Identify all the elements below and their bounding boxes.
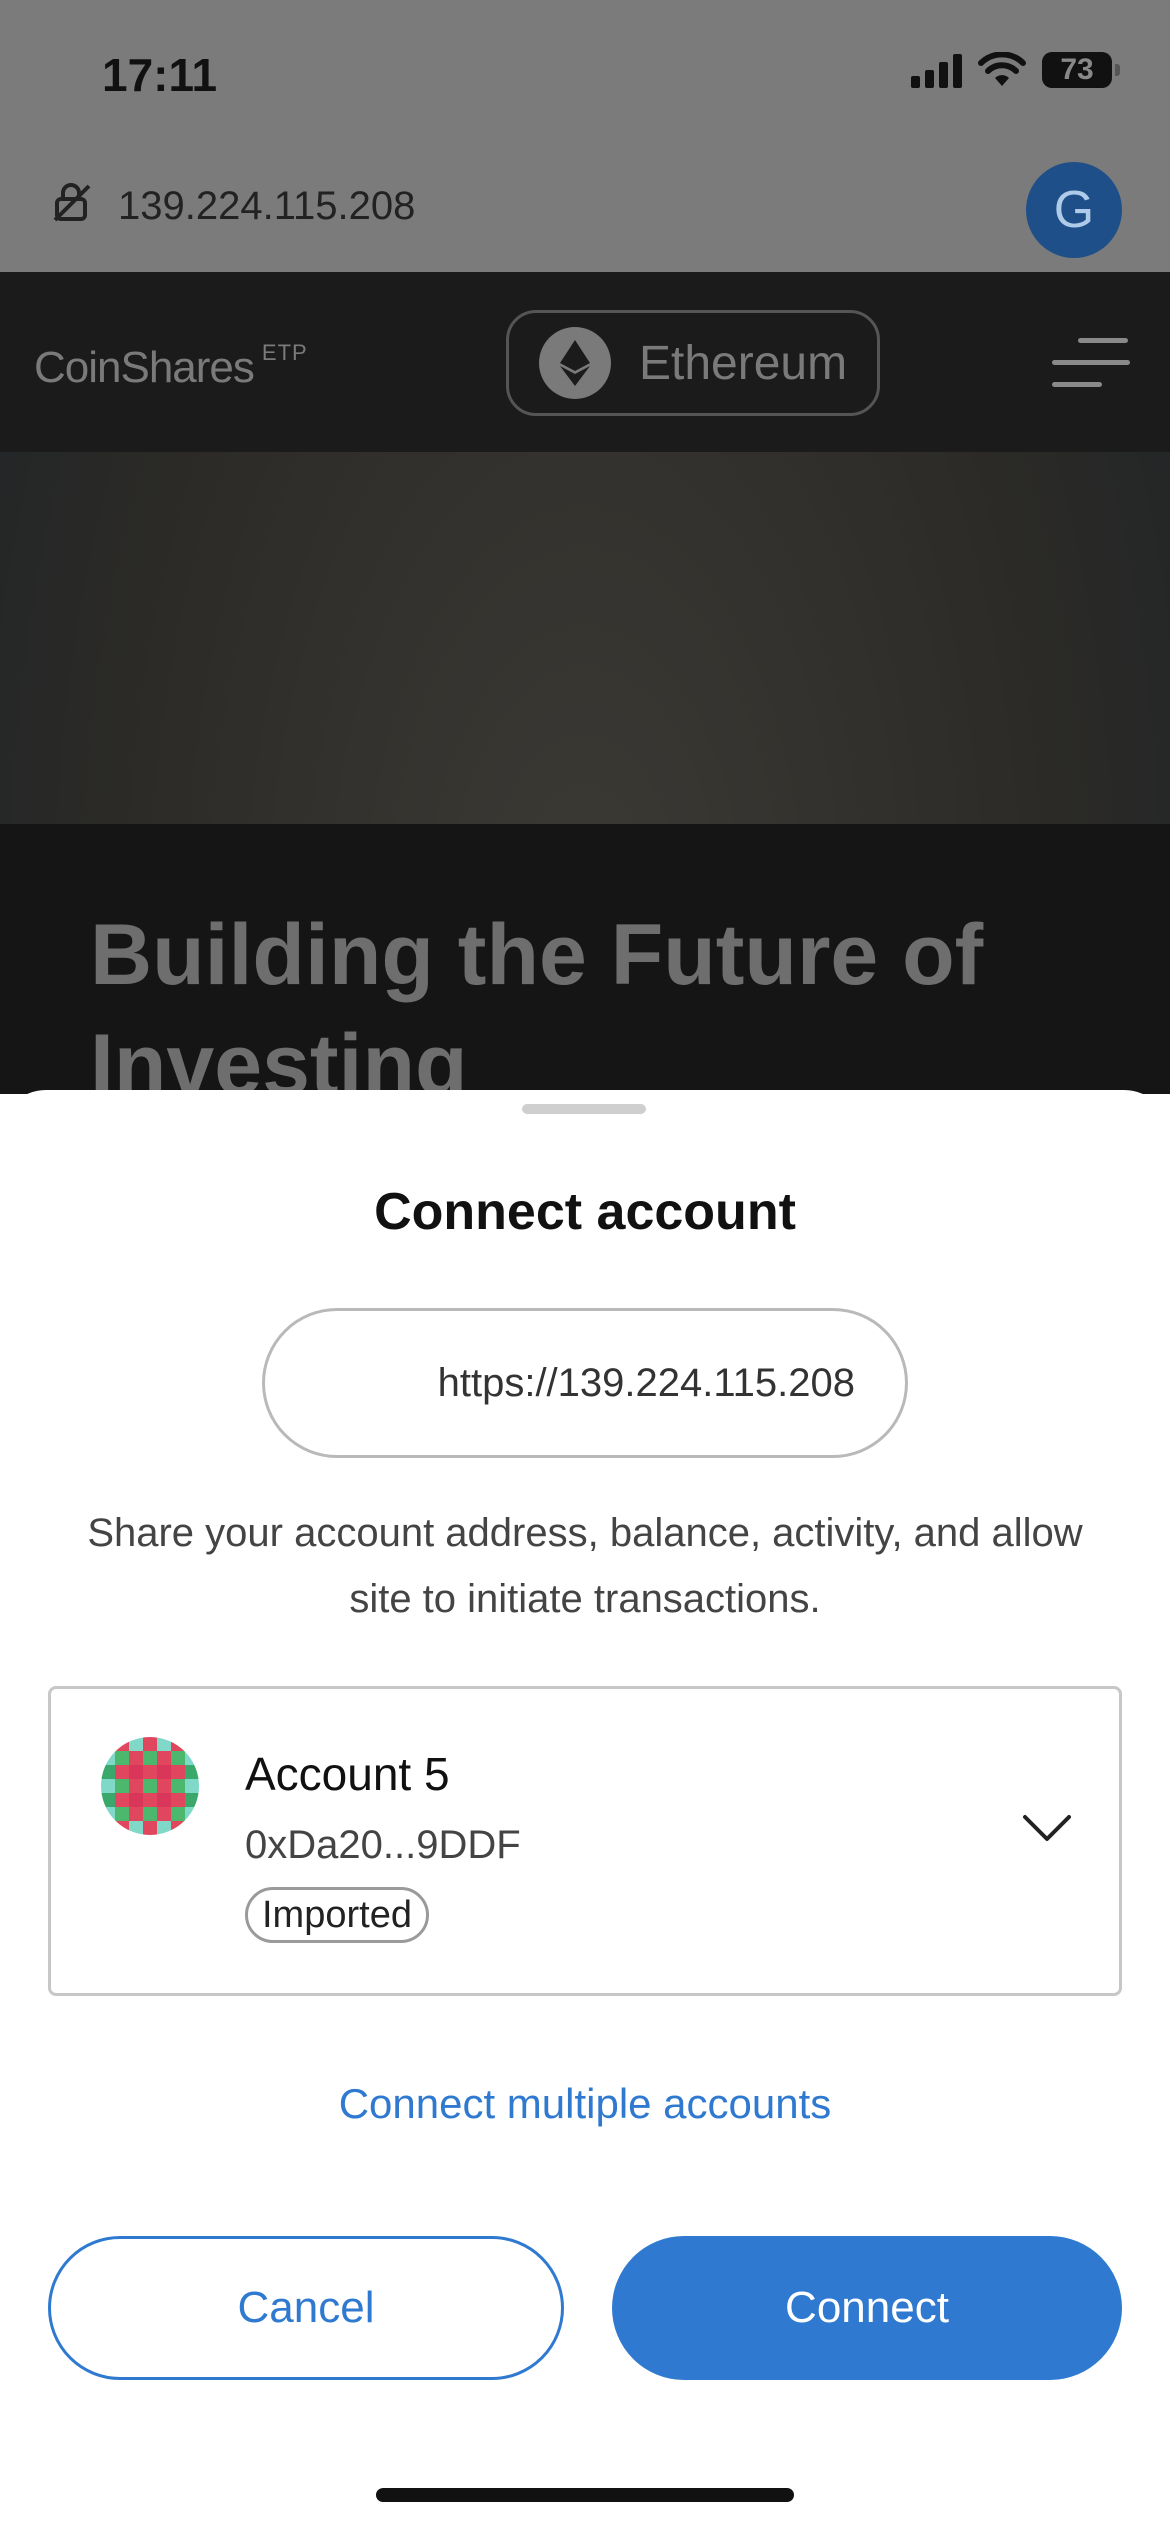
- connect-multiple-accounts-link[interactable]: Connect multiple accounts: [0, 2080, 1170, 2128]
- connect-account-sheet: Connect account https://139.224.115.208 …: [0, 1090, 1170, 2532]
- battery-icon: 73: [1042, 52, 1120, 88]
- hero-heading: Building the Future of Investing: [90, 907, 984, 1113]
- imported-badge: Imported: [245, 1887, 429, 1943]
- home-indicator: [376, 2488, 794, 2502]
- permission-description: Share your account address, balance, act…: [87, 1511, 1083, 1621]
- profile-avatar[interactable]: G: [1026, 162, 1122, 258]
- network-label: Ethereum: [639, 336, 848, 390]
- wifi-icon: [978, 52, 1026, 86]
- earth-image: [0, 452, 1170, 824]
- status-bar: 17:11 73: [0, 0, 1170, 150]
- status-icons: 73: [911, 52, 1120, 88]
- sheet-grabber[interactable]: [522, 1104, 646, 1114]
- account-name: Account 5: [245, 1748, 450, 1800]
- brand-suffix: ETP: [261, 340, 308, 365]
- browser-url-bar[interactable]: 139.224.115.208 G: [0, 150, 1170, 272]
- site-origin-text: https://139.224.115.208: [437, 1360, 855, 1405]
- account-avatar: [101, 1737, 199, 1835]
- sheet-title: Connect account: [374, 1183, 796, 1241]
- url-text[interactable]: 139.224.115.208: [118, 184, 415, 229]
- hero-image: [0, 452, 1170, 824]
- site-header: CoinShares ETP Ethereum: [0, 272, 1170, 452]
- cancel-button[interactable]: Cancel: [48, 2236, 564, 2380]
- chevron-down-icon[interactable]: [1021, 1811, 1073, 1845]
- insecure-lock-icon: [53, 183, 91, 222]
- cellular-signal-icon: [911, 52, 962, 88]
- status-time: 17:11: [102, 49, 218, 101]
- account-address: 0xDa20...9DDF: [245, 1823, 521, 1867]
- connect-button[interactable]: Connect: [612, 2236, 1122, 2380]
- network-selector[interactable]: Ethereum: [506, 310, 880, 416]
- ethereum-icon: [539, 327, 611, 399]
- hamburger-menu-icon[interactable]: [1048, 332, 1132, 394]
- account-selector[interactable]: Account 5 0xDa20...9DDF Imported: [48, 1686, 1122, 1996]
- site-logo[interactable]: CoinShares ETP: [34, 340, 308, 393]
- site-origin-pill: https://139.224.115.208: [262, 1308, 908, 1458]
- brand-name: CoinShares: [34, 343, 255, 392]
